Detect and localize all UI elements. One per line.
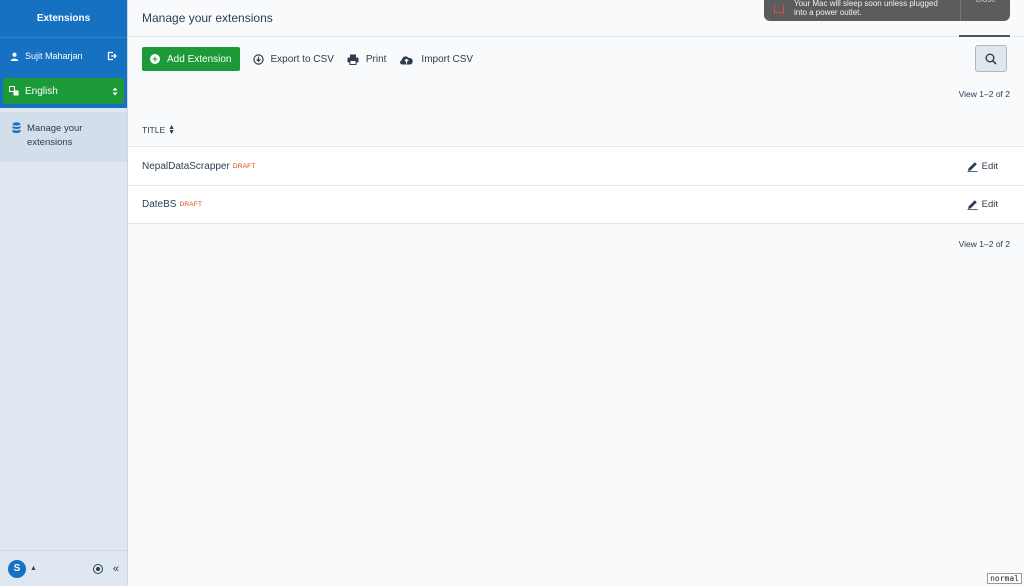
extensions-table: NepalDataScrapper DRAFT Edit DateBS DRAF… — [128, 146, 1024, 224]
user-row: Sujit Maharjan — [0, 37, 127, 74]
view-count-bottom: View 1–2 of 2 — [958, 239, 1010, 249]
extension-title[interactable]: DateBS — [142, 199, 176, 210]
sidebar-item-label: Manage your extensions — [27, 123, 83, 148]
export-csv-button[interactable]: Export to CSV — [252, 53, 334, 65]
mode-badge: normal — [987, 573, 1022, 584]
import-csv-label: Import CSV — [421, 53, 474, 65]
printer-icon — [347, 54, 359, 65]
edit-button[interactable]: Edit — [967, 161, 998, 172]
plus-circle-icon: + — [150, 54, 160, 64]
sidebar: Extensions Sujit Maharjan English Manage… — [0, 0, 128, 586]
extension-title[interactable]: NepalDataScrapper — [142, 161, 230, 172]
export-csv-label: Export to CSV — [270, 53, 334, 65]
notification-close-button[interactable]: Close — [960, 0, 1010, 21]
import-csv-button[interactable]: Import CSV — [399, 54, 473, 65]
cloud-upload-icon — [400, 55, 414, 64]
edit-label: Edit — [981, 199, 998, 210]
app-logo-icon[interactable]: S — [8, 559, 26, 578]
edit-button[interactable]: Edit — [967, 199, 998, 210]
main-content: Manage your extensions + Add Extension E… — [128, 0, 1024, 586]
logout-icon[interactable] — [107, 51, 117, 61]
pencil-icon — [967, 161, 978, 172]
status-badge: DRAFT — [179, 201, 203, 208]
collapse-sidebar-icon[interactable]: « — [113, 563, 119, 575]
battery-warning-icon — [764, 0, 794, 21]
search-icon — [985, 53, 997, 65]
print-button[interactable]: Print — [347, 53, 387, 65]
system-notification: Your Mac will sleep soon unless plugged … — [764, 0, 1010, 21]
table-row: NepalDataScrapper DRAFT Edit — [128, 146, 1024, 185]
sidebar-footer: S ▲ « — [0, 550, 127, 586]
edit-label: Edit — [981, 160, 998, 172]
add-extension-button[interactable]: + Add Extension — [142, 47, 240, 71]
caret-up-icon[interactable]: ▲ — [30, 565, 37, 572]
notification-message: Your Mac will sleep soon unless plugged … — [794, 0, 960, 21]
translate-icon — [9, 86, 19, 96]
notification-line-2: into a power outlet. — [794, 8, 862, 17]
language-select-wrap: English — [0, 74, 127, 108]
select-arrows-icon — [112, 87, 118, 95]
print-label: Print — [365, 53, 387, 65]
search-underline — [959, 35, 1010, 37]
column-header-title[interactable]: TITLE ▲ ▼ — [142, 124, 176, 136]
user-name: Sujit Maharjan — [25, 51, 83, 61]
record-icon[interactable] — [92, 563, 103, 574]
toolbar: + Add Extension Export to CSV Print Impo… — [128, 37, 1024, 81]
sidebar-item-manage-extensions[interactable]: Manage your extensions — [0, 112, 127, 162]
column-title-label: TITLE — [142, 125, 166, 135]
search-button[interactable] — [975, 45, 1007, 72]
user-icon — [10, 52, 19, 61]
language-label: English — [25, 85, 58, 97]
sort-icon: ▲ ▼ — [168, 124, 176, 136]
language-select[interactable]: English — [3, 78, 124, 104]
pencil-icon — [967, 200, 978, 210]
view-count-top: View 1–2 of 2 — [958, 89, 1010, 99]
sidebar-header: Extensions — [0, 0, 127, 37]
notification-line-1: Your Mac will sleep soon unless plugged — [794, 0, 938, 8]
table-row: DateBS DRAFT Edit — [128, 185, 1024, 224]
download-circle-icon — [252, 53, 264, 65]
add-extension-label: Add Extension — [167, 53, 232, 65]
database-icon — [12, 122, 21, 133]
status-badge: DRAFT — [232, 162, 256, 170]
